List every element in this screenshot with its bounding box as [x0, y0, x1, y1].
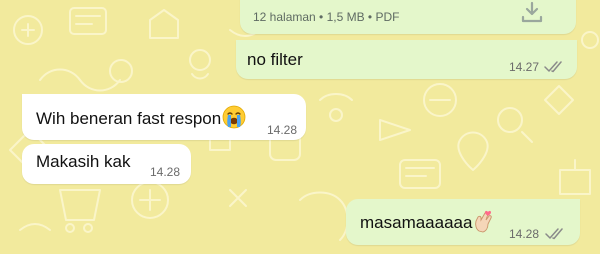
message-time: 14.27: [509, 60, 540, 74]
message-text: Wih beneran fast respon: [36, 105, 246, 134]
message-text-content: masamaaaaaa: [360, 213, 473, 232]
message-text-content: Wih beneran fast respon: [36, 109, 222, 128]
download-icon[interactable]: [519, 0, 545, 24]
message-text: no filter: [247, 50, 303, 69]
incoming-message[interactable]: Makasih kak 14.28: [22, 144, 191, 184]
double-check-icon: [545, 227, 567, 240]
message-time: 14.28: [267, 123, 298, 137]
document-meta: 12 halaman • 1,5 MB • PDF: [253, 10, 400, 24]
outgoing-message[interactable]: no filter 14.27: [236, 40, 577, 79]
finger-heart-icon: [473, 209, 495, 238]
loudly-crying-face-icon: [222, 105, 246, 134]
outgoing-message[interactable]: masamaaaaaa 14.28: [346, 199, 580, 245]
double-check-icon: [544, 60, 566, 73]
message-text: masamaaaaaa: [360, 209, 495, 238]
message-time: 14.28: [509, 227, 540, 241]
message-text: Makasih kak: [36, 152, 131, 171]
message-time: 14.28: [150, 165, 181, 179]
incoming-message[interactable]: Wih beneran fast respon 14.28: [22, 94, 306, 140]
document-message[interactable]: 12 halaman • 1,5 MB • PDF: [240, 0, 576, 34]
